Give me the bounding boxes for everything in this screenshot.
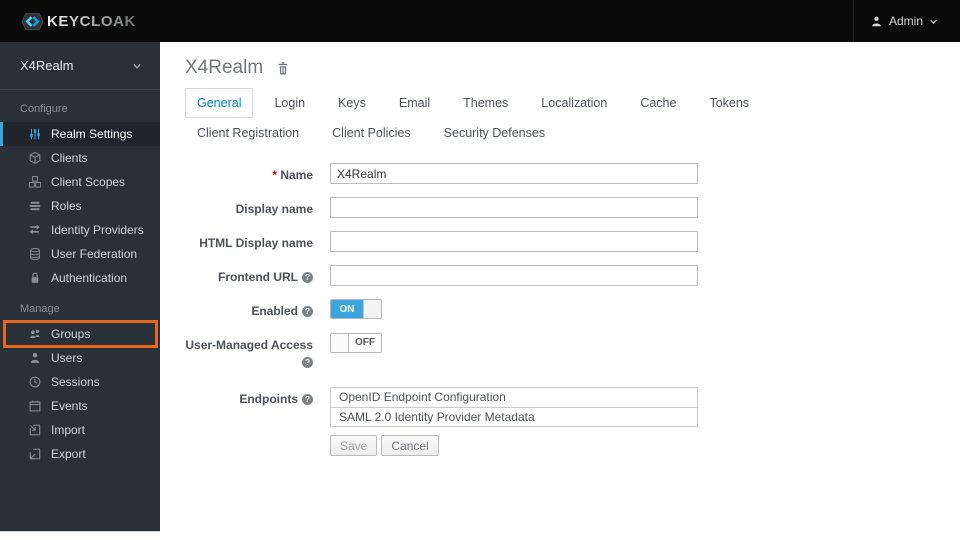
chevron-down-icon	[929, 17, 938, 26]
sidebar-item-users[interactable]: Users	[0, 346, 160, 370]
endpoints-label: Endpoints	[185, 387, 313, 456]
sidebar-item-clients[interactable]: Clients	[0, 146, 160, 170]
toggle-handle	[363, 300, 381, 318]
cubes-icon	[27, 175, 42, 190]
display-name-input[interactable]	[330, 197, 698, 218]
tab-keys[interactable]: Keys	[326, 88, 378, 118]
html-display-name-label: HTML Display name	[199, 236, 313, 250]
layers-icon	[27, 199, 42, 214]
sidebar-item-export[interactable]: Export	[0, 442, 160, 466]
openid-endpoint-link[interactable]: OpenID Endpoint Configuration	[331, 388, 697, 407]
tab-client-registration[interactable]: Client Registration	[185, 118, 311, 148]
sidebar-item-label: Events	[51, 399, 88, 413]
tab-email[interactable]: Email	[387, 88, 442, 118]
export-icon	[27, 447, 42, 462]
sidebar-item-label: Export	[51, 447, 86, 461]
tab-login[interactable]: Login	[262, 88, 317, 118]
sidebar-item-label: Roles	[51, 199, 82, 213]
tab-general[interactable]: General	[185, 88, 254, 118]
frontend-url-label: Frontend URL	[185, 265, 313, 286]
section-title-configure: Configure	[20, 103, 68, 115]
sidebar-item-import[interactable]: Import	[0, 418, 160, 442]
user-menu-label: Admin	[888, 14, 923, 28]
help-icon[interactable]	[302, 356, 313, 368]
toggle-handle	[331, 333, 349, 352]
tab-cache[interactable]: Cache	[628, 88, 688, 118]
sidebar-item-identity-providers[interactable]: Identity Providers	[0, 218, 160, 242]
sidebar-item-label: Groups	[51, 327, 91, 341]
keycloak-logo: KEYCLOAK	[21, 10, 136, 33]
sidebar-item-client-scopes[interactable]: Client Scopes	[0, 170, 160, 194]
name-input[interactable]	[330, 163, 698, 184]
user-managed-access-label: User-Managed Access	[185, 333, 313, 371]
main-content: X4Realm General Login Keys Email Themes …	[160, 42, 960, 540]
tab-themes[interactable]: Themes	[451, 88, 520, 118]
clock-icon	[27, 375, 42, 390]
sidebar-item-label: Clients	[51, 151, 88, 165]
sidebar-item-events[interactable]: Events	[0, 394, 160, 418]
sidebar-item-label: Identity Providers	[51, 223, 144, 237]
import-icon	[27, 423, 42, 438]
realm-tabs: General Login Keys Email Themes Localiza…	[185, 88, 853, 148]
user-managed-access-toggle[interactable]: OFF	[330, 332, 382, 353]
delete-realm-button[interactable]	[276, 61, 290, 76]
sidebar-item-groups[interactable]: Groups	[0, 320, 160, 348]
user-icon	[27, 351, 42, 366]
frontend-url-input[interactable]	[330, 265, 698, 286]
sidebar-item-realm-settings[interactable]: Realm Settings	[0, 122, 160, 146]
sidebar-item-label: Import	[51, 423, 86, 437]
exchange-icon	[27, 223, 42, 238]
sidebar-item-sessions[interactable]: Sessions	[0, 370, 160, 394]
saml-metadata-link[interactable]: SAML 2.0 Identity Provider Metadata	[331, 407, 697, 426]
user-icon	[870, 15, 883, 28]
chevron-down-icon	[132, 61, 142, 71]
brand-name: KEYCLOAK	[47, 12, 136, 30]
toggle-off-label: OFF	[349, 333, 381, 352]
help-icon[interactable]	[302, 306, 313, 317]
sidebar-item-authentication[interactable]: Authentication	[0, 266, 160, 290]
keycloak-hexagon-icon	[21, 10, 44, 33]
help-icon[interactable]	[302, 394, 313, 406]
users-icon	[27, 327, 42, 342]
cancel-button[interactable]: Cancel	[381, 435, 439, 457]
sidebar-item-label: Realm Settings	[51, 127, 133, 141]
sidebar-item-roles[interactable]: Roles	[0, 194, 160, 218]
general-settings-form: Name Display name HTML Display name Fron…	[185, 163, 960, 457]
tab-localization[interactable]: Localization	[529, 88, 619, 118]
calendar-icon	[27, 399, 42, 414]
realm-selector[interactable]: X4Realm	[0, 42, 160, 90]
save-button[interactable]: Save	[330, 435, 378, 457]
tab-client-policies[interactable]: Client Policies	[320, 118, 423, 148]
lock-icon	[27, 271, 42, 286]
toggle-on-label: ON	[331, 300, 363, 318]
sidebar-item-label: Authentication	[51, 271, 128, 285]
name-label: Name	[185, 163, 313, 184]
sidebar-item-label: Users	[51, 351, 83, 365]
sidebar-item-label: Client Scopes	[51, 175, 126, 189]
sliders-icon	[27, 127, 42, 142]
enabled-label: Enabled	[185, 299, 313, 320]
display-name-label: Display name	[235, 202, 313, 216]
tab-security-defenses[interactable]: Security Defenses	[432, 118, 557, 148]
realm-selector-label: X4Realm	[20, 58, 74, 73]
sidebar-item-label: Sessions	[51, 375, 100, 389]
admin-user-menu[interactable]: Admin	[852, 0, 960, 42]
page-title: X4Realm	[185, 57, 264, 78]
section-title-manage: Manage	[20, 303, 60, 315]
cube-icon	[27, 151, 42, 166]
sidebar-item-label: User Federation	[51, 247, 138, 261]
database-icon	[27, 247, 42, 262]
endpoints-list: OpenID Endpoint Configuration SAML 2.0 I…	[330, 387, 698, 428]
sidebar-item-user-federation[interactable]: User Federation	[0, 242, 160, 266]
sidebar: X4Realm Configure Realm Settings Clients	[0, 42, 160, 532]
enabled-toggle[interactable]: ON	[330, 299, 382, 319]
tab-tokens[interactable]: Tokens	[697, 88, 761, 118]
html-display-name-input[interactable]	[330, 231, 698, 252]
help-icon[interactable]	[302, 272, 313, 283]
app-header: KEYCLOAK Admin	[0, 0, 960, 42]
